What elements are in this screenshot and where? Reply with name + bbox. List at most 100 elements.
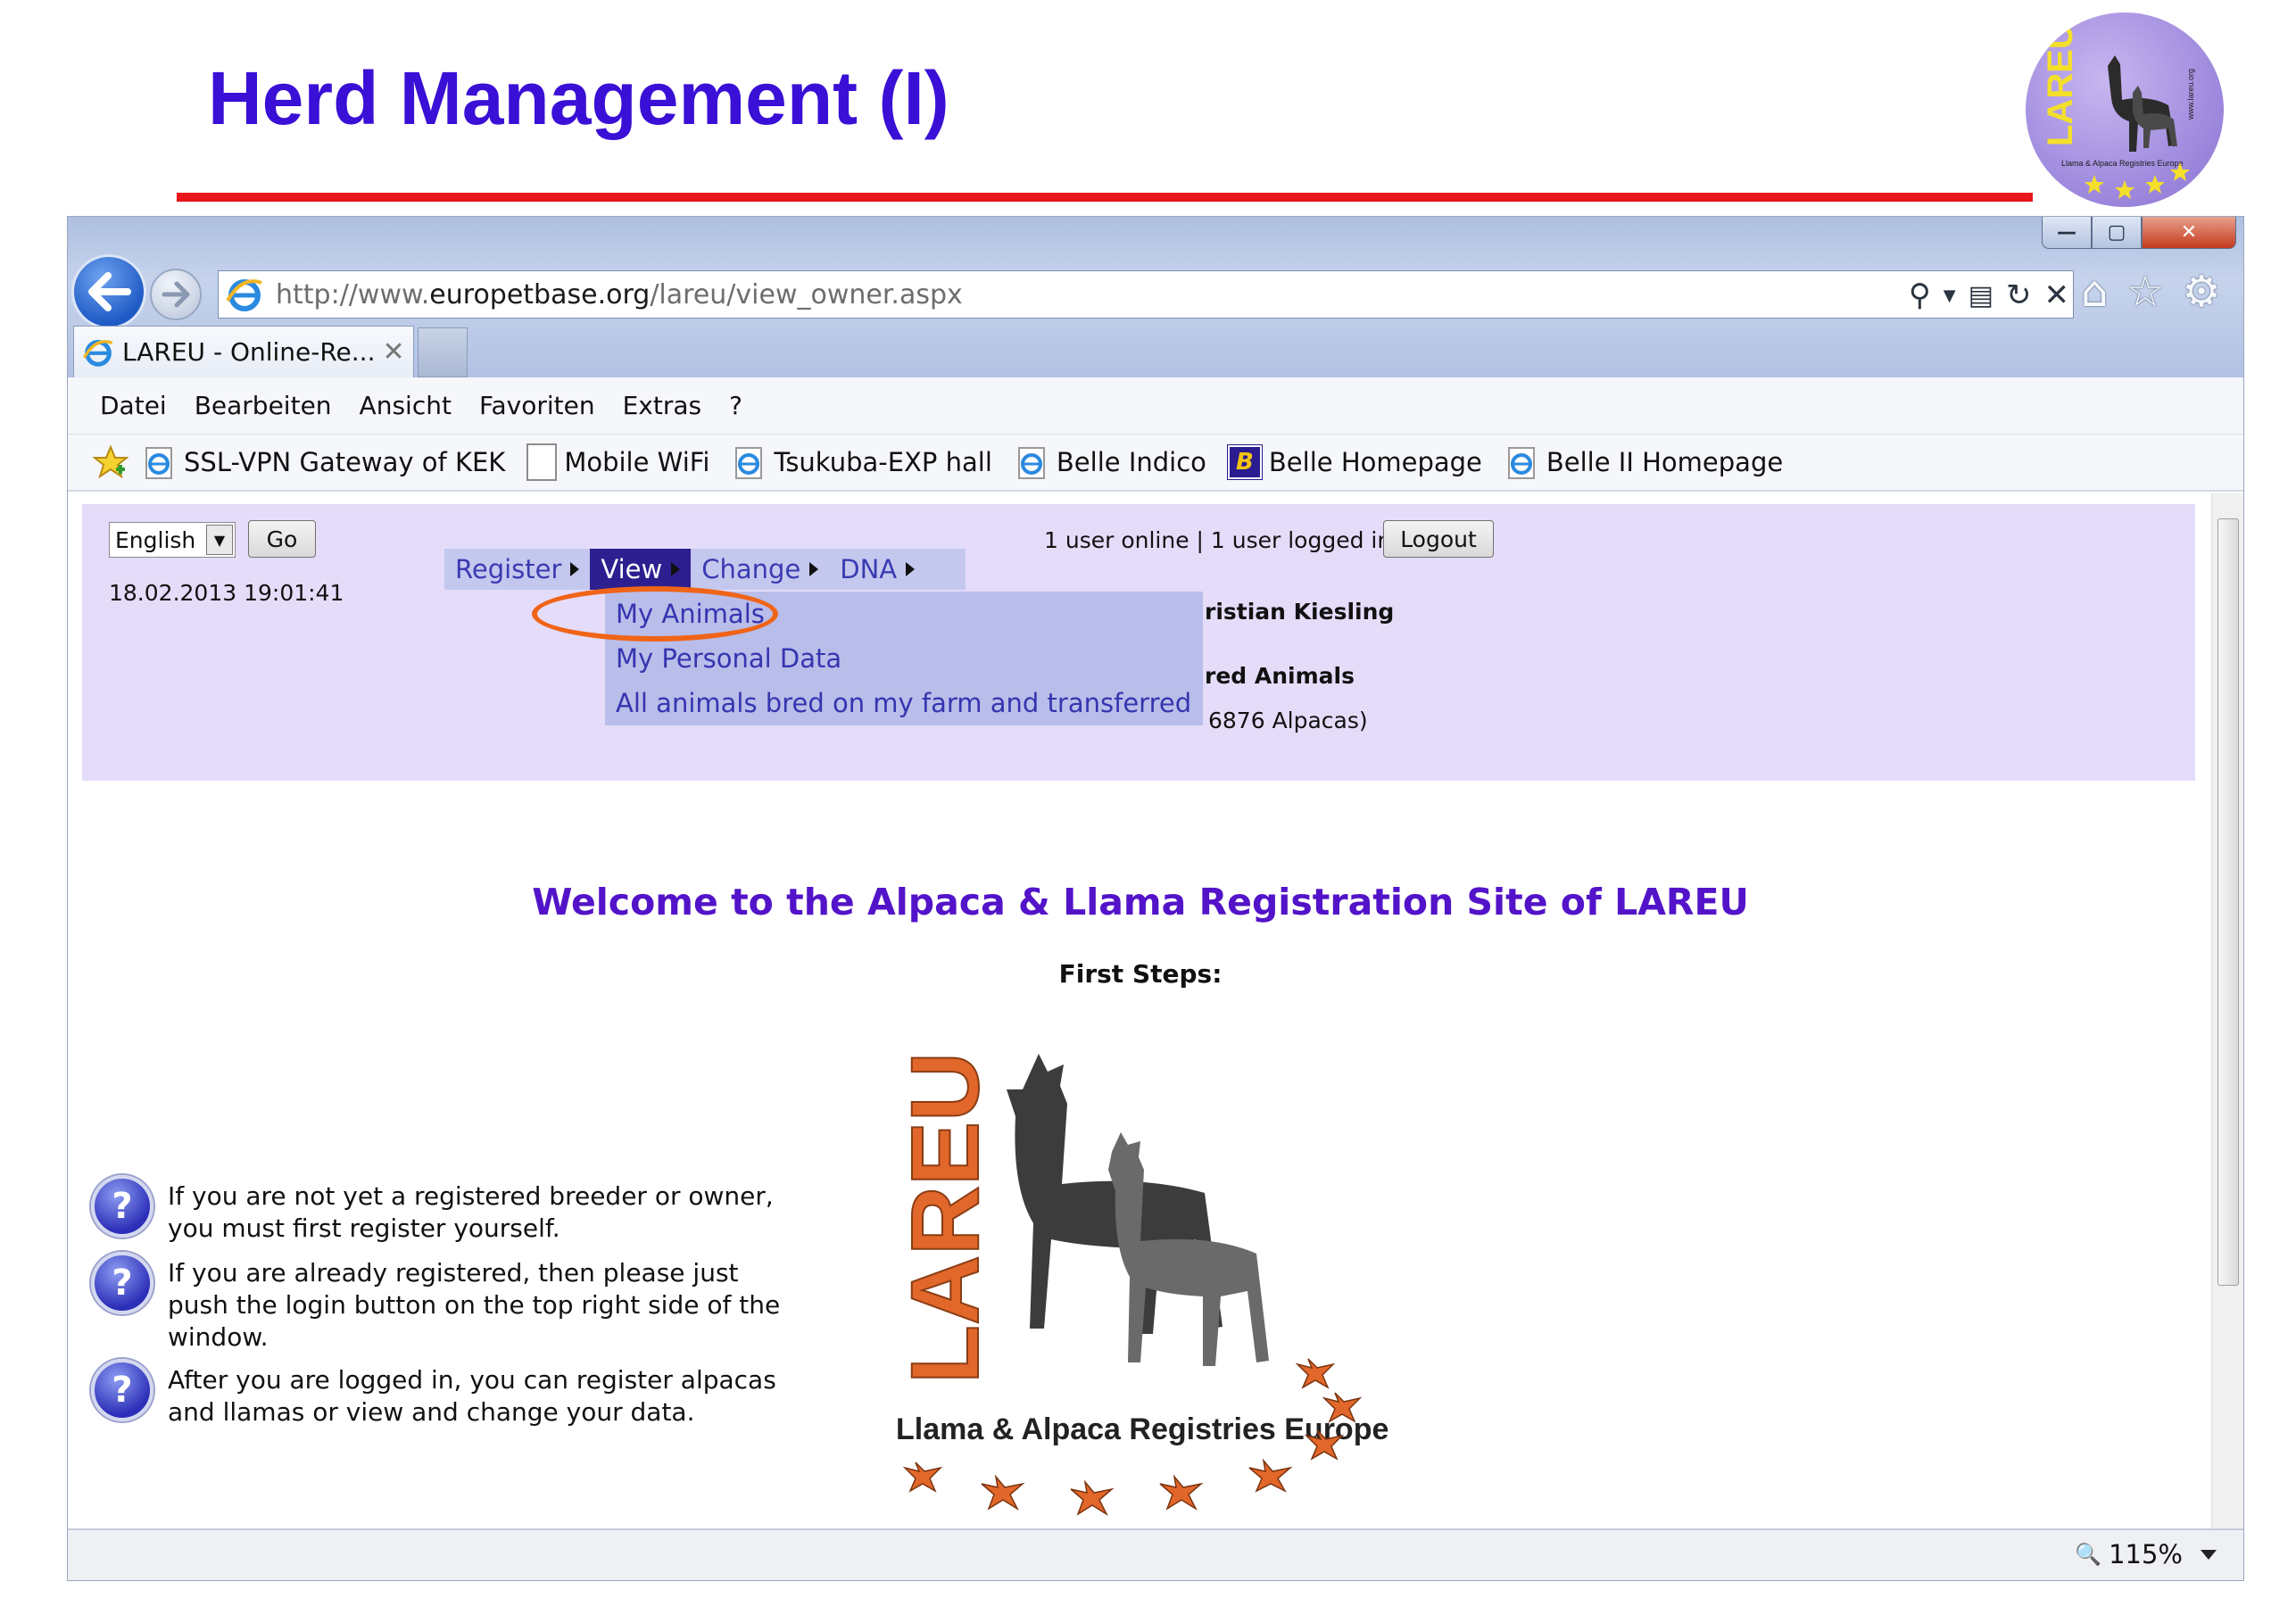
- favorites-add-star-icon[interactable]: [93, 444, 128, 480]
- help-question-icon: ?: [91, 1252, 153, 1314]
- vertical-scrollbar[interactable]: [2211, 493, 2243, 1528]
- lareu-logo-graphic: LAREU Llama & Alpaca Registries Europe: [890, 1051, 1388, 1517]
- tab-close-icon[interactable]: ✕: [383, 336, 405, 368]
- browser-tab[interactable]: LAREU - Online-Re... ✕: [73, 326, 414, 377]
- favorite-link[interactable]: Mobile WiFi: [526, 443, 709, 481]
- registered-animals-heading: red Animals: [1205, 663, 1355, 689]
- help-question-icon: ?: [91, 1359, 153, 1421]
- lareu-badge-graphic: LAREU Llama & Alpaca Registries Europe w…: [2041, 23, 2195, 199]
- browser-nav-icons: ⌂ ☆ ⚙: [2081, 267, 2221, 317]
- menu-extras[interactable]: Extras: [623, 391, 702, 420]
- badge-url: www.lareu.org: [2186, 69, 2195, 120]
- menu-datei[interactable]: Datei: [100, 391, 167, 420]
- favorite-label: Belle Homepage: [1268, 447, 1482, 477]
- ie-page-icon: [1017, 447, 1045, 479]
- slide-title: Herd Management (I): [208, 56, 949, 140]
- zoom-control[interactable]: 🔍 115%: [2075, 1539, 2183, 1569]
- window-controls: — ▢ ✕: [2042, 217, 2240, 251]
- users-online-status: 1 user online | 1 user logged in: [1044, 527, 1392, 553]
- forward-button[interactable]: [150, 269, 202, 320]
- nav-register[interactable]: Register: [444, 549, 590, 590]
- submenu-arrow-icon: [809, 562, 819, 576]
- scroll-thumb[interactable]: [2217, 518, 2239, 1286]
- url-prefix: http://www.: [276, 278, 430, 311]
- language-select[interactable]: English ▼: [109, 522, 236, 558]
- compatibility-view-icon[interactable]: ▤: [1969, 280, 1993, 311]
- step-text: If you are not yet a registered breeder …: [168, 1181, 774, 1243]
- home-icon[interactable]: ⌂: [2081, 267, 2108, 317]
- submenu-arrow-icon: [906, 562, 916, 576]
- nav-label: View: [601, 554, 663, 584]
- menu-bar: Datei Bearbeiten Ansicht Favoriten Extra…: [68, 377, 2243, 435]
- language-value: English: [115, 526, 196, 553]
- help-question-icon: ?: [91, 1175, 153, 1238]
- url-domain: europetbase.org: [429, 278, 651, 311]
- step-item: ? If you are not yet a registered breede…: [91, 1175, 796, 1245]
- step-item: ? If you are already registered, then pl…: [91, 1252, 796, 1354]
- back-arrow-icon: [88, 272, 131, 311]
- search-icon[interactable]: ⚲: [1909, 277, 1931, 313]
- stop-icon[interactable]: ✕: [2044, 277, 2070, 313]
- logout-button[interactable]: Logout: [1383, 520, 1494, 558]
- dropdown-my-personal-data[interactable]: My Personal Data: [605, 636, 1203, 681]
- status-bar: 🔍 115%: [68, 1528, 2243, 1580]
- nav-label: DNA: [840, 554, 898, 584]
- favorite-label: SSL-VPN Gateway of KEK: [184, 447, 506, 477]
- favorite-link[interactable]: Belle II Homepage: [1504, 444, 1783, 480]
- maximize-button[interactable]: ▢: [2092, 217, 2142, 249]
- current-datetime: 18.02.2013 19:01:41: [109, 580, 344, 606]
- gear-icon[interactable]: ⚙: [2183, 267, 2221, 317]
- alpaca-count: 6876 Alpacas): [1208, 708, 1368, 733]
- belle-b-icon: B: [1226, 444, 1263, 480]
- lareu-badge-logo: LAREU Llama & Alpaca Registries Europe w…: [2026, 12, 2224, 207]
- step-text: After you are logged in, you can registe…: [168, 1365, 776, 1427]
- url-path: /lareu/view_owner.aspx: [650, 278, 963, 311]
- title-underline: [177, 193, 2033, 202]
- alpaca-silhouette: [1108, 1132, 1269, 1366]
- chevron-down-icon[interactable]: ▼: [1944, 286, 1956, 305]
- dropdown-bred-transferred[interactable]: All animals bred on my farm and transfer…: [605, 681, 1203, 725]
- menu-help[interactable]: ?: [729, 391, 742, 420]
- menu-ansicht[interactable]: Ansicht: [360, 391, 452, 420]
- ie-page-icon: [145, 447, 172, 479]
- favorite-label: Belle Indico: [1056, 447, 1206, 477]
- chevron-down-icon[interactable]: ▼: [206, 525, 233, 555]
- nav-label: Register: [455, 554, 562, 584]
- blank-page-icon: [526, 443, 558, 481]
- favorite-link[interactable]: Tsukuba-EXP hall: [731, 444, 992, 480]
- site-nav-menu: Register View Change DNA: [444, 549, 966, 590]
- favorite-link[interactable]: B Belle Homepage: [1226, 444, 1482, 480]
- new-tab-button[interactable]: [418, 327, 468, 377]
- favorite-label: Tsukuba-EXP hall: [774, 447, 992, 477]
- go-button[interactable]: Go: [248, 520, 316, 558]
- nav-change[interactable]: Change: [691, 549, 829, 590]
- refresh-icon[interactable]: ↻: [2006, 277, 2032, 313]
- highlight-circle-annotation: [532, 586, 778, 642]
- nav-dna[interactable]: DNA: [829, 549, 925, 590]
- close-window-button[interactable]: ✕: [2142, 217, 2236, 249]
- site-header-panel: English ▼ Go 18.02.2013 19:01:41 1 user …: [82, 504, 2195, 781]
- favorite-link[interactable]: SSL-VPN Gateway of KEK: [141, 444, 505, 480]
- minimize-button[interactable]: —: [2042, 217, 2092, 249]
- submenu-arrow-icon: [671, 562, 681, 576]
- nav-label: Change: [701, 554, 801, 584]
- address-url[interactable]: http://www.europetbase.org/lareu/view_ow…: [276, 279, 963, 311]
- favorites-star-icon[interactable]: ☆: [2126, 267, 2164, 317]
- favorite-label: Mobile WiFi: [564, 447, 710, 477]
- badge-subtext: Llama & Alpaca Registries Europe: [2061, 159, 2184, 168]
- zoom-dropdown-icon[interactable]: [2201, 1550, 2217, 1560]
- favorite-label: Belle II Homepage: [1546, 447, 1784, 477]
- step-text: If you are already registered, then plea…: [168, 1258, 781, 1352]
- browser-chrome: — ▢ ✕ http://www.europetbase.org/lareu/v…: [68, 217, 2243, 377]
- nav-view[interactable]: View: [590, 549, 692, 590]
- browser-window: — ▢ ✕ http://www.europetbase.org/lareu/v…: [67, 216, 2244, 1581]
- tab-ie-icon: [82, 339, 113, 367]
- menu-bearbeiten[interactable]: Bearbeiten: [195, 391, 332, 420]
- back-button[interactable]: [71, 254, 146, 329]
- favorite-link[interactable]: Belle Indico: [1014, 444, 1206, 480]
- forward-arrow-icon: [162, 281, 190, 308]
- badge-text: LAREU: [2041, 23, 2080, 146]
- address-bar[interactable]: http://www.europetbase.org/lareu/view_ow…: [218, 270, 2074, 319]
- page-content: English ▼ Go 18.02.2013 19:01:41 1 user …: [68, 493, 2213, 1528]
- menu-favoriten[interactable]: Favoriten: [479, 391, 595, 420]
